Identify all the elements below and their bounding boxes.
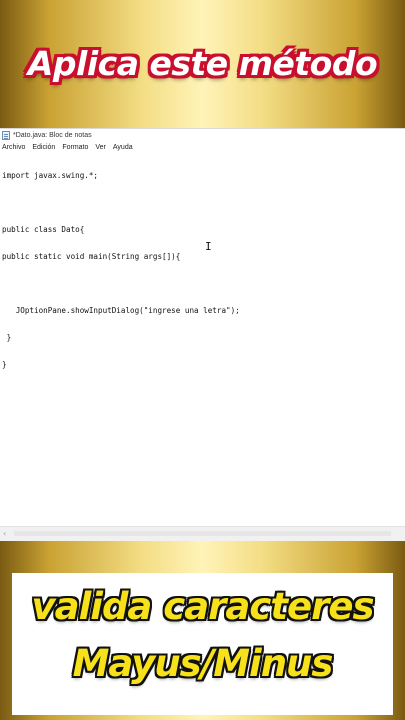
- headline-text: Aplica este método: [27, 44, 378, 83]
- notepad-window: *Dato.java: Bloc de notas Archivo Edició…: [0, 128, 405, 541]
- menu-ayuda[interactable]: Ayuda: [113, 144, 133, 151]
- text-editor-area[interactable]: import javax.swing.*; public class Dato{…: [0, 153, 405, 527]
- caption-line-2: Mayus/Minus: [72, 642, 334, 685]
- horizontal-scrollbar[interactable]: ‹: [0, 526, 405, 541]
- top-banner: Aplica este método: [0, 0, 405, 128]
- scroll-thumb[interactable]: [14, 531, 391, 536]
- caption-line-1: valida caracteres: [31, 585, 375, 628]
- code-line: import javax.swing.*;: [2, 171, 99, 180]
- text-cursor-icon: I: [205, 240, 212, 253]
- window-title: *Dato.java: Bloc de notas: [13, 132, 92, 139]
- title-bar[interactable]: *Dato.java: Bloc de notas: [0, 129, 405, 142]
- menu-formato[interactable]: Formato: [62, 144, 88, 151]
- code-line: JOptionPane.showInputDialog("ingrese una…: [2, 306, 240, 315]
- menu-ver[interactable]: Ver: [95, 144, 106, 151]
- code-line: public static void main(String args[]){: [2, 252, 181, 261]
- notepad-icon: [2, 131, 10, 140]
- menu-edicion[interactable]: Edición: [32, 144, 55, 151]
- menu-archivo[interactable]: Archivo: [2, 144, 25, 151]
- menu-bar: Archivo Edición Formato Ver Ayuda: [0, 142, 405, 152]
- code-line: public class Dato{: [2, 225, 85, 234]
- code-line: }: [2, 360, 7, 369]
- code-line: }: [2, 333, 12, 342]
- scroll-left-icon[interactable]: ‹: [3, 529, 11, 539]
